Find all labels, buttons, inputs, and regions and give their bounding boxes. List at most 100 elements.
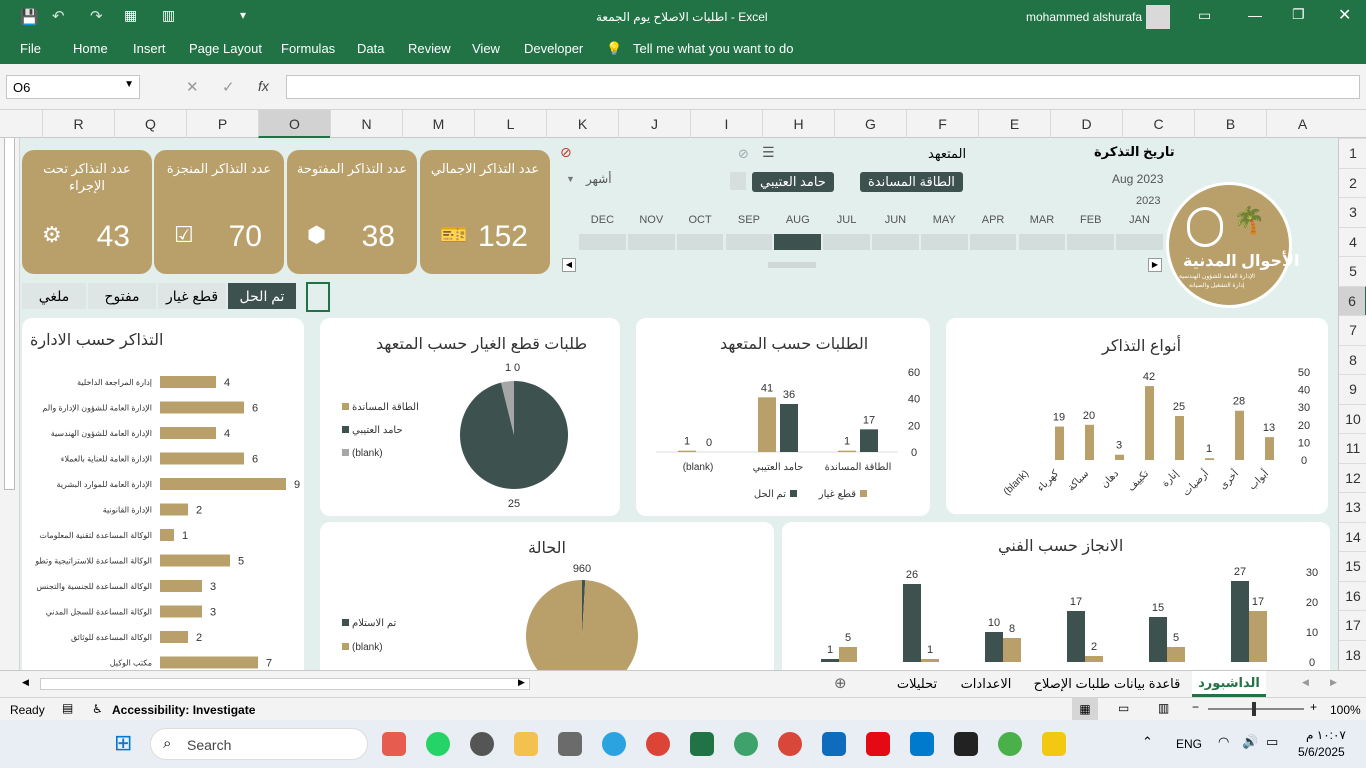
- tab-insert[interactable]: Insert: [133, 41, 166, 56]
- row-header-7[interactable]: 7: [1339, 315, 1366, 344]
- status-card[interactable]: الحالة 960 تم الاستلام (blank): [320, 522, 774, 670]
- freeze-icon[interactable]: ▥: [162, 7, 175, 24]
- scroll-right-icon[interactable]: ▶: [518, 677, 525, 688]
- column-header-O[interactable]: O: [258, 110, 330, 138]
- row-header-8[interactable]: 8: [1339, 344, 1366, 374]
- zoom-slider-thumb[interactable]: [1252, 702, 1256, 716]
- vertical-scrollbar[interactable]: [0, 110, 20, 670]
- selected-cell[interactable]: [306, 282, 330, 312]
- function-icon[interactable]: fx: [258, 78, 269, 94]
- slicer-item-support-energy[interactable]: الطاقة المساندة: [860, 172, 963, 192]
- save-icon[interactable]: 💾: [20, 8, 39, 26]
- next-sheet-icon[interactable]: ▶: [1330, 677, 1337, 688]
- spare-parts-card[interactable]: طلبات قطع الغيار حسب المتعهد 25 1 0 الطاقة …: [320, 318, 620, 516]
- app-green-icon[interactable]: [998, 732, 1022, 756]
- accessibility-status[interactable]: Accessibility: Investigate: [112, 703, 255, 717]
- telegram-icon[interactable]: [602, 732, 626, 756]
- cancel-icon[interactable]: ✕: [186, 78, 199, 96]
- column-header-M[interactable]: M: [402, 110, 474, 138]
- windows-start-icon[interactable]: ⊞: [114, 730, 132, 756]
- row-header-16[interactable]: 16: [1339, 580, 1366, 610]
- row-header-17[interactable]: 17: [1339, 610, 1366, 639]
- tab-data[interactable]: Data: [357, 41, 384, 56]
- row-header-5[interactable]: 5: [1339, 256, 1366, 285]
- notion-icon[interactable]: [954, 732, 978, 756]
- customize-icon[interactable]: ▾: [240, 8, 246, 22]
- minimize-icon[interactable]: —: [1248, 7, 1262, 23]
- row-header-12[interactable]: 12: [1339, 462, 1366, 492]
- technician-achievement-card[interactable]: الانجاز حسب الفني 0 10 20 30 27 17 15 5 17 2 10 8 26…: [782, 522, 1330, 670]
- requests-by-contractor-card[interactable]: الطلبات حسب المتعهد 0 20 40 60 1 17 الطاقة الم…: [636, 318, 930, 516]
- redo-icon[interactable]: ↷: [90, 7, 103, 25]
- row-header-9[interactable]: 9: [1339, 374, 1366, 403]
- column-header-G[interactable]: G: [834, 110, 906, 138]
- language-indicator[interactable]: ENG: [1176, 737, 1202, 751]
- horizontal-scrollbar[interactable]: [40, 678, 530, 690]
- name-box[interactable]: O6 ▼: [6, 75, 140, 99]
- timeline-scroll-left[interactable]: ◀: [562, 258, 576, 272]
- chrome-icon[interactable]: [646, 732, 670, 756]
- row-header-18[interactable]: 18: [1339, 639, 1366, 669]
- row-header-11[interactable]: 11: [1339, 433, 1366, 462]
- page-break-icon[interactable]: ▥: [1158, 701, 1169, 715]
- month-cell[interactable]: [774, 234, 822, 250]
- wifi-icon[interactable]: ◠: [1218, 734, 1229, 750]
- prev-sheet-icon[interactable]: ◀: [1302, 677, 1309, 688]
- netflix-icon[interactable]: [866, 732, 890, 756]
- normal-view-icon[interactable]: ▦: [1072, 698, 1098, 720]
- sheet-tab-dashboard[interactable]: الداشبورد: [1192, 671, 1266, 697]
- column-header-C[interactable]: C: [1122, 110, 1194, 138]
- search-box[interactable]: ⌕ Search: [150, 728, 368, 760]
- timeline-scroll-right[interactable]: ▶: [1148, 258, 1162, 272]
- row-header-13[interactable]: 13: [1339, 492, 1366, 521]
- clear-filter-icon[interactable]: ⊘: [738, 146, 749, 162]
- zoom-level[interactable]: 100%: [1330, 703, 1361, 717]
- clock-app-icon[interactable]: [470, 732, 494, 756]
- column-header-R[interactable]: R: [42, 110, 114, 138]
- file-explorer-icon[interactable]: [514, 732, 538, 756]
- maximize-icon[interactable]: ❐: [1292, 6, 1305, 23]
- volume-icon[interactable]: 🔊: [1242, 734, 1258, 750]
- status-tab-open[interactable]: مفتوح: [88, 283, 156, 309]
- status-tab-solved[interactable]: تم الحل: [228, 283, 296, 309]
- avatar[interactable]: [1146, 5, 1170, 29]
- zoom-out-icon[interactable]: −: [1192, 700, 1199, 714]
- column-header-D[interactable]: D: [1050, 110, 1122, 138]
- row-header-3[interactable]: 3: [1339, 197, 1366, 226]
- slicer-item-blank[interactable]: [730, 172, 746, 190]
- excel-icon[interactable]: [690, 732, 714, 756]
- month-cell[interactable]: [872, 234, 919, 250]
- row-header-4[interactable]: 4: [1339, 226, 1366, 256]
- zoom-in-icon[interactable]: +: [1310, 700, 1317, 714]
- column-header-H[interactable]: H: [762, 110, 834, 138]
- month-cell[interactable]: [920, 234, 968, 250]
- month-cell[interactable]: [969, 234, 1017, 250]
- row-header-2[interactable]: 2: [1339, 167, 1366, 197]
- clock-time[interactable]: ١٠:٠٧ م: [1306, 728, 1346, 742]
- tab-home[interactable]: Home: [73, 41, 108, 56]
- user-name[interactable]: mohammed alshurafa: [1026, 10, 1142, 24]
- multi-select-icon[interactable]: ☰: [762, 144, 775, 161]
- add-sheet-icon[interactable]: ⊕: [834, 674, 847, 692]
- zoom-slider[interactable]: [1208, 708, 1304, 710]
- month-cell[interactable]: [579, 234, 626, 250]
- clock-date[interactable]: 5/6/2025: [1298, 745, 1345, 759]
- column-header-A[interactable]: A: [1266, 110, 1338, 138]
- month-cell[interactable]: [1067, 234, 1115, 250]
- month-cell[interactable]: [725, 234, 773, 250]
- column-header-E[interactable]: E: [978, 110, 1050, 138]
- undo-icon[interactable]: ↶: [52, 7, 65, 25]
- scroll-thumb[interactable]: [4, 130, 15, 490]
- tab-file[interactable]: File: [20, 41, 41, 56]
- column-header-Q[interactable]: Q: [114, 110, 186, 138]
- month-timeline[interactable]: JAN FEB MAR APR MAY JUN JUL AUG SEP OCT NOV DEC: [578, 214, 1164, 250]
- month-cell[interactable]: [676, 234, 724, 250]
- chevron-up-icon[interactable]: ⌃: [1142, 734, 1153, 750]
- status-tab-cancelled[interactable]: ملغي: [22, 283, 86, 309]
- column-header-L[interactable]: L: [474, 110, 546, 138]
- chevron-down-icon[interactable]: ▼: [566, 174, 575, 184]
- month-cell[interactable]: [1116, 234, 1163, 250]
- tell-me-input[interactable]: Tell me what you want to do: [633, 41, 793, 56]
- table-icon[interactable]: ▦: [124, 7, 137, 24]
- column-header-J[interactable]: J: [618, 110, 690, 138]
